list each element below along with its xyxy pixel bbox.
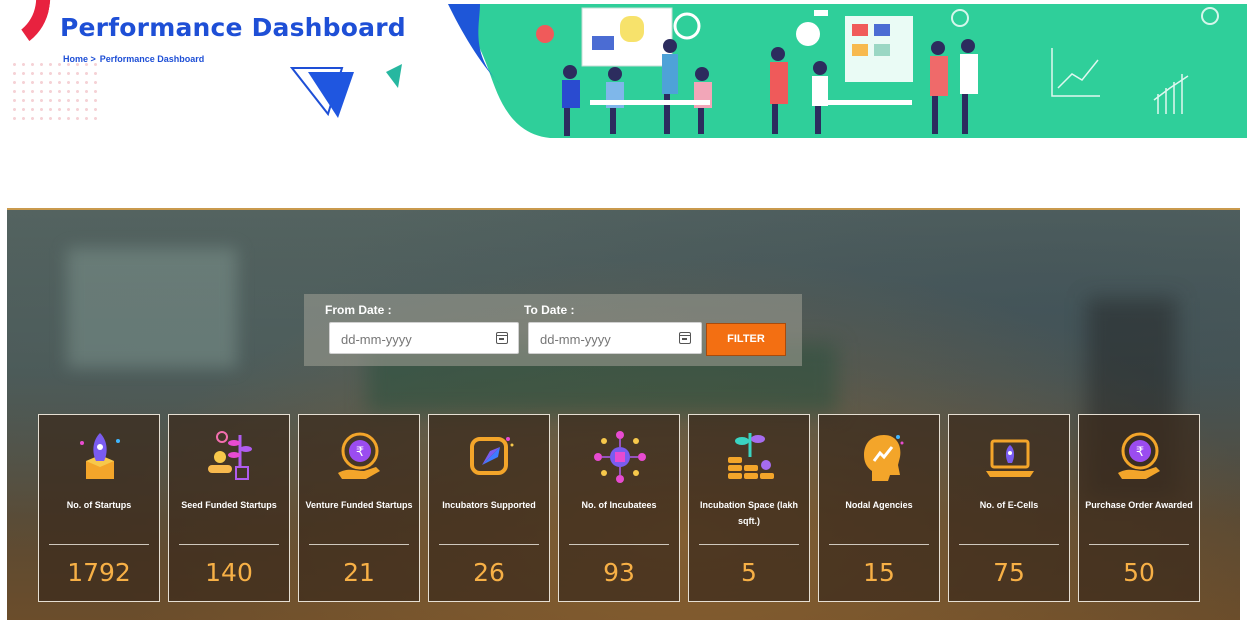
stat-card: Seed Funded Startups 140: [168, 414, 290, 602]
rocket-tile-icon: [460, 427, 520, 487]
stat-value: 5: [741, 558, 757, 587]
calendar-icon[interactable]: [496, 332, 508, 344]
stat-value: 50: [1123, 558, 1155, 587]
stat-value: 15: [863, 558, 895, 587]
stat-value: 21: [343, 558, 375, 587]
stat-value: 75: [993, 558, 1025, 587]
stat-label: Incubators Supported: [442, 500, 536, 510]
stat-card: No. of Incubatees 93: [558, 414, 680, 602]
stat-divider: [439, 544, 539, 545]
stat-label: No. of E-Cells: [979, 500, 1039, 510]
stat-label: Venture Funded Startups: [305, 500, 413, 510]
decorative-triangles: [290, 64, 402, 118]
laptop-rocket-icon: [980, 427, 1040, 487]
breadcrumb-home-link[interactable]: Home >: [63, 54, 96, 64]
network-cube-icon: [590, 427, 650, 487]
svg-text:₹: ₹: [1136, 445, 1144, 460]
stat-value: 140: [205, 558, 253, 587]
stat-card: No. of E-Cells 75: [948, 414, 1070, 602]
stat-card: Incubation Space (lakh sqft.) 5: [688, 414, 810, 602]
stat-divider: [829, 544, 929, 545]
to-date-label: To Date :: [524, 303, 575, 317]
stat-divider: [1089, 544, 1189, 545]
breadcrumb: Home > Performance Dashboard: [63, 54, 208, 64]
stat-label: No. of Startups: [66, 500, 132, 510]
to-date-placeholder: dd-mm-yyyy: [540, 332, 611, 347]
background-window: [67, 248, 237, 368]
rupee-hand-icon: ₹: [1110, 427, 1170, 487]
decorative-arc: [0, 0, 58, 58]
stat-value: 1792: [67, 558, 131, 587]
rupee-hand-icon: ₹: [330, 427, 390, 487]
date-filter-panel: From Date : dd-mm-yyyy To Date : dd-mm-y…: [304, 294, 802, 366]
stat-card: Nodal Agencies 15: [818, 414, 940, 602]
stats-section: From Date : dd-mm-yyyy To Date : dd-mm-y…: [7, 208, 1240, 620]
stat-divider: [959, 544, 1059, 545]
page-header: Performance Dashboard Home > Performance …: [0, 0, 1247, 140]
stat-card: ₹ Venture Funded Startups 21: [298, 414, 420, 602]
stat-value: 93: [603, 558, 635, 587]
stat-label: Incubation Space (lakh sqft.): [699, 500, 799, 526]
page-title: Performance Dashboard: [60, 13, 406, 42]
stat-divider: [179, 544, 279, 545]
to-date-input[interactable]: dd-mm-yyyy: [528, 322, 702, 354]
plant-coins-hand-icon: [200, 427, 260, 487]
calendar-icon[interactable]: [679, 332, 691, 344]
stat-label: Nodal Agencies: [845, 500, 913, 510]
from-date-input[interactable]: dd-mm-yyyy: [329, 322, 519, 354]
stat-divider: [49, 544, 149, 545]
filter-button[interactable]: FILTER: [706, 323, 786, 356]
stat-label: No. of Incubatees: [581, 500, 657, 510]
decorative-dots: [10, 60, 100, 120]
head-chart-icon: [850, 427, 910, 487]
stat-card: ₹ Purchase Order Awarded 50: [1078, 414, 1200, 602]
stat-label: Purchase Order Awarded: [1085, 500, 1193, 510]
from-date-placeholder: dd-mm-yyyy: [341, 332, 412, 347]
from-date-label: From Date :: [325, 303, 392, 317]
stat-value: 26: [473, 558, 505, 587]
team-illustration-banner: [448, 4, 1247, 138]
stat-label: Seed Funded Startups: [181, 500, 277, 510]
breadcrumb-current: Performance Dashboard: [99, 54, 205, 64]
svg-text:₹: ₹: [356, 445, 364, 460]
stat-divider: [309, 544, 409, 545]
plant-coin-stacks-icon: [720, 427, 780, 487]
rocket-box-icon: [70, 427, 130, 487]
stat-cards: No. of Startups 1792 Seed Funded Startups 1…: [38, 414, 1208, 602]
stat-divider: [699, 544, 799, 545]
stat-divider: [569, 544, 669, 545]
stat-card: Incubators Supported 26: [428, 414, 550, 602]
stat-card: No. of Startups 1792: [38, 414, 160, 602]
